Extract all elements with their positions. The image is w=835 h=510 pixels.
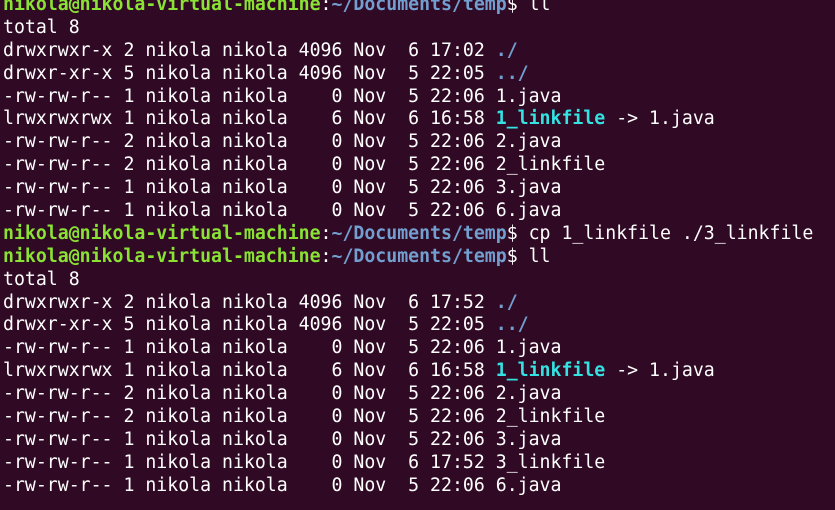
listing-row: lrwxrwxrwx 1 nikola nikola 6 Nov 6 16:58… [3,360,813,383]
prompt-symbol: $ [506,0,529,15]
prompt-user-host: nikola@nikola-virtual-machine [3,222,321,244]
file-name: 2.java [495,383,562,405]
file-name: 1.java [495,337,562,359]
directory-name: ./ [495,39,518,61]
listing-meta: drwxrwxr-x 2 nikola nikola 4096 Nov 6 17… [3,39,496,61]
prompt-path: ~/Documents/temp [331,0,507,15]
prompt-symbol: $ [506,245,529,267]
listing-meta: -rw-rw-r-- 1 nikola nikola 0 Nov 6 17:52 [3,451,496,473]
file-name: 1.java [495,85,562,107]
listing-meta: drwxr-xr-x 5 nikola nikola 4096 Nov 5 22… [3,62,496,84]
prompt-user-host: nikola@nikola-virtual-machine [3,245,321,267]
output-line: total 8 [3,269,813,292]
symlink-target: -> 1.java [605,108,715,130]
listing-row: -rw-rw-r-- 1 nikola nikola 0 Nov 5 22:06… [3,200,813,223]
symlink-target: -> 1.java [605,360,715,382]
prompt-separator: : [320,0,332,15]
prompt-symbol: $ [506,222,529,244]
listing-meta: -rw-rw-r-- 2 nikola nikola 0 Nov 5 22:06 [3,406,496,428]
prompt-path: ~/Documents/temp [331,245,507,267]
prompt-path: ~/Documents/temp [331,222,507,244]
listing-meta: -rw-rw-r-- 1 nikola nikola 0 Nov 5 22:06 [3,177,496,199]
directory-name: ../ [495,314,529,336]
prompt-line: nikola@nikola-virtual-machine:~/Document… [3,246,813,269]
file-name: 3_linkfile [495,451,606,473]
symlink-name: 1_linkfile [495,360,606,382]
listing-row: -rw-rw-r-- 2 nikola nikola 0 Nov 5 22:06… [3,154,813,177]
listing-row: -rw-rw-r-- 1 nikola nikola 0 Nov 5 22:06… [3,429,813,452]
listing-meta: lrwxrwxrwx 1 nikola nikola 6 Nov 6 16:58 [3,108,496,130]
prompt-line: nikola@nikola-virtual-machine:~/Document… [3,223,813,246]
file-name: 6.java [495,474,562,496]
listing-row: -rw-rw-r-- 1 nikola nikola 0 Nov 5 22:06… [3,475,813,498]
directory-name: ../ [495,62,529,84]
symlink-name: 1_linkfile [495,108,606,130]
command-text: ll [528,245,551,267]
output-text: total 8 [3,16,80,38]
file-name: 3.java [495,428,562,450]
listing-row: drwxr-xr-x 5 nikola nikola 4096 Nov 5 22… [3,63,813,86]
listing-row: -rw-rw-r-- 1 nikola nikola 0 Nov 5 22:06… [3,177,813,200]
listing-meta: -rw-rw-r-- 1 nikola nikola 0 Nov 5 22:06 [3,85,496,107]
listing-row: -rw-rw-r-- 1 nikola nikola 0 Nov 6 17:52… [3,452,813,475]
terminal-window[interactable]: nikola@nikola-virtual-machine:~/Document… [0,0,835,510]
listing-row: -rw-rw-r-- 2 nikola nikola 0 Nov 5 22:06… [3,383,813,406]
listing-meta: -rw-rw-r-- 1 nikola nikola 0 Nov 5 22:06 [3,474,496,496]
prompt-separator: : [320,222,332,244]
file-name: 2.java [495,131,562,153]
output-line: total 8 [3,17,813,40]
listing-row: -rw-rw-r-- 1 nikola nikola 0 Nov 5 22:06… [3,86,813,109]
listing-meta: -rw-rw-r-- 2 nikola nikola 0 Nov 5 22:06 [3,131,496,153]
listing-meta: -rw-rw-r-- 2 nikola nikola 0 Nov 5 22:06 [3,383,496,405]
prompt-user-host: nikola@nikola-virtual-machine [3,0,321,15]
listing-meta: -rw-rw-r-- 1 nikola nikola 0 Nov 5 22:06 [3,200,496,222]
prompt-line: nikola@nikola-virtual-machine:~/Document… [3,0,813,17]
command-text: cp 1_linkfile ./3_linkfile [528,222,814,244]
file-name: 6.java [495,200,562,222]
listing-row: drwxrwxr-x 2 nikola nikola 4096 Nov 6 17… [3,40,813,63]
output-text: total 8 [3,268,80,290]
listing-meta: -rw-rw-r-- 1 nikola nikola 0 Nov 5 22:06 [3,428,496,450]
directory-name: ./ [495,291,518,313]
listing-meta: lrwxrwxrwx 1 nikola nikola 6 Nov 6 16:58 [3,360,496,382]
listing-row: -rw-rw-r-- 1 nikola nikola 0 Nov 5 22:06… [3,337,813,360]
listing-row: -rw-rw-r-- 2 nikola nikola 0 Nov 5 22:06… [3,406,813,429]
listing-meta: drwxrwxr-x 2 nikola nikola 4096 Nov 6 17… [3,291,496,313]
command-text: ll [528,0,551,15]
prompt-separator: : [320,245,332,267]
listing-row: -rw-rw-r-- 2 nikola nikola 0 Nov 5 22:06… [3,131,813,154]
listing-meta: drwxr-xr-x 5 nikola nikola 4096 Nov 5 22… [3,314,496,336]
listing-row: drwxrwxr-x 2 nikola nikola 4096 Nov 6 17… [3,292,813,315]
file-name: 2_linkfile [495,406,606,428]
file-name: 2_linkfile [495,154,606,176]
terminal-output: nikola@nikola-virtual-machine:~/Document… [3,0,813,498]
listing-row: lrwxrwxrwx 1 nikola nikola 6 Nov 6 16:58… [3,108,813,131]
listing-meta: -rw-rw-r-- 1 nikola nikola 0 Nov 5 22:06 [3,337,496,359]
listing-row: drwxr-xr-x 5 nikola nikola 4096 Nov 5 22… [3,314,813,337]
listing-meta: -rw-rw-r-- 2 nikola nikola 0 Nov 5 22:06 [3,154,496,176]
file-name: 3.java [495,177,562,199]
